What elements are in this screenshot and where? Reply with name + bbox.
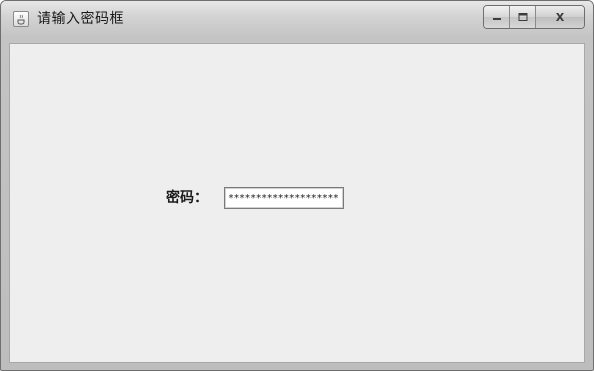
- window-controls: X: [483, 5, 585, 29]
- close-button[interactable]: X: [536, 6, 584, 28]
- java-cup-icon[interactable]: [13, 11, 29, 27]
- minimize-icon: [492, 18, 501, 20]
- content-panel: 密码：: [9, 43, 585, 363]
- maximize-icon: [518, 13, 527, 21]
- window-title: 请输入密码框: [37, 11, 124, 27]
- title-bar[interactable]: 请输入密码框 X: [1, 1, 593, 35]
- app-window: 请输入密码框 X 密码：: [0, 0, 594, 371]
- minimize-button[interactable]: [484, 6, 510, 28]
- close-icon: X: [556, 11, 565, 23]
- svg-text:X: X: [556, 11, 565, 23]
- password-field[interactable]: [224, 187, 344, 209]
- maximize-button[interactable]: [510, 6, 536, 28]
- password-label: 密码：: [166, 190, 208, 206]
